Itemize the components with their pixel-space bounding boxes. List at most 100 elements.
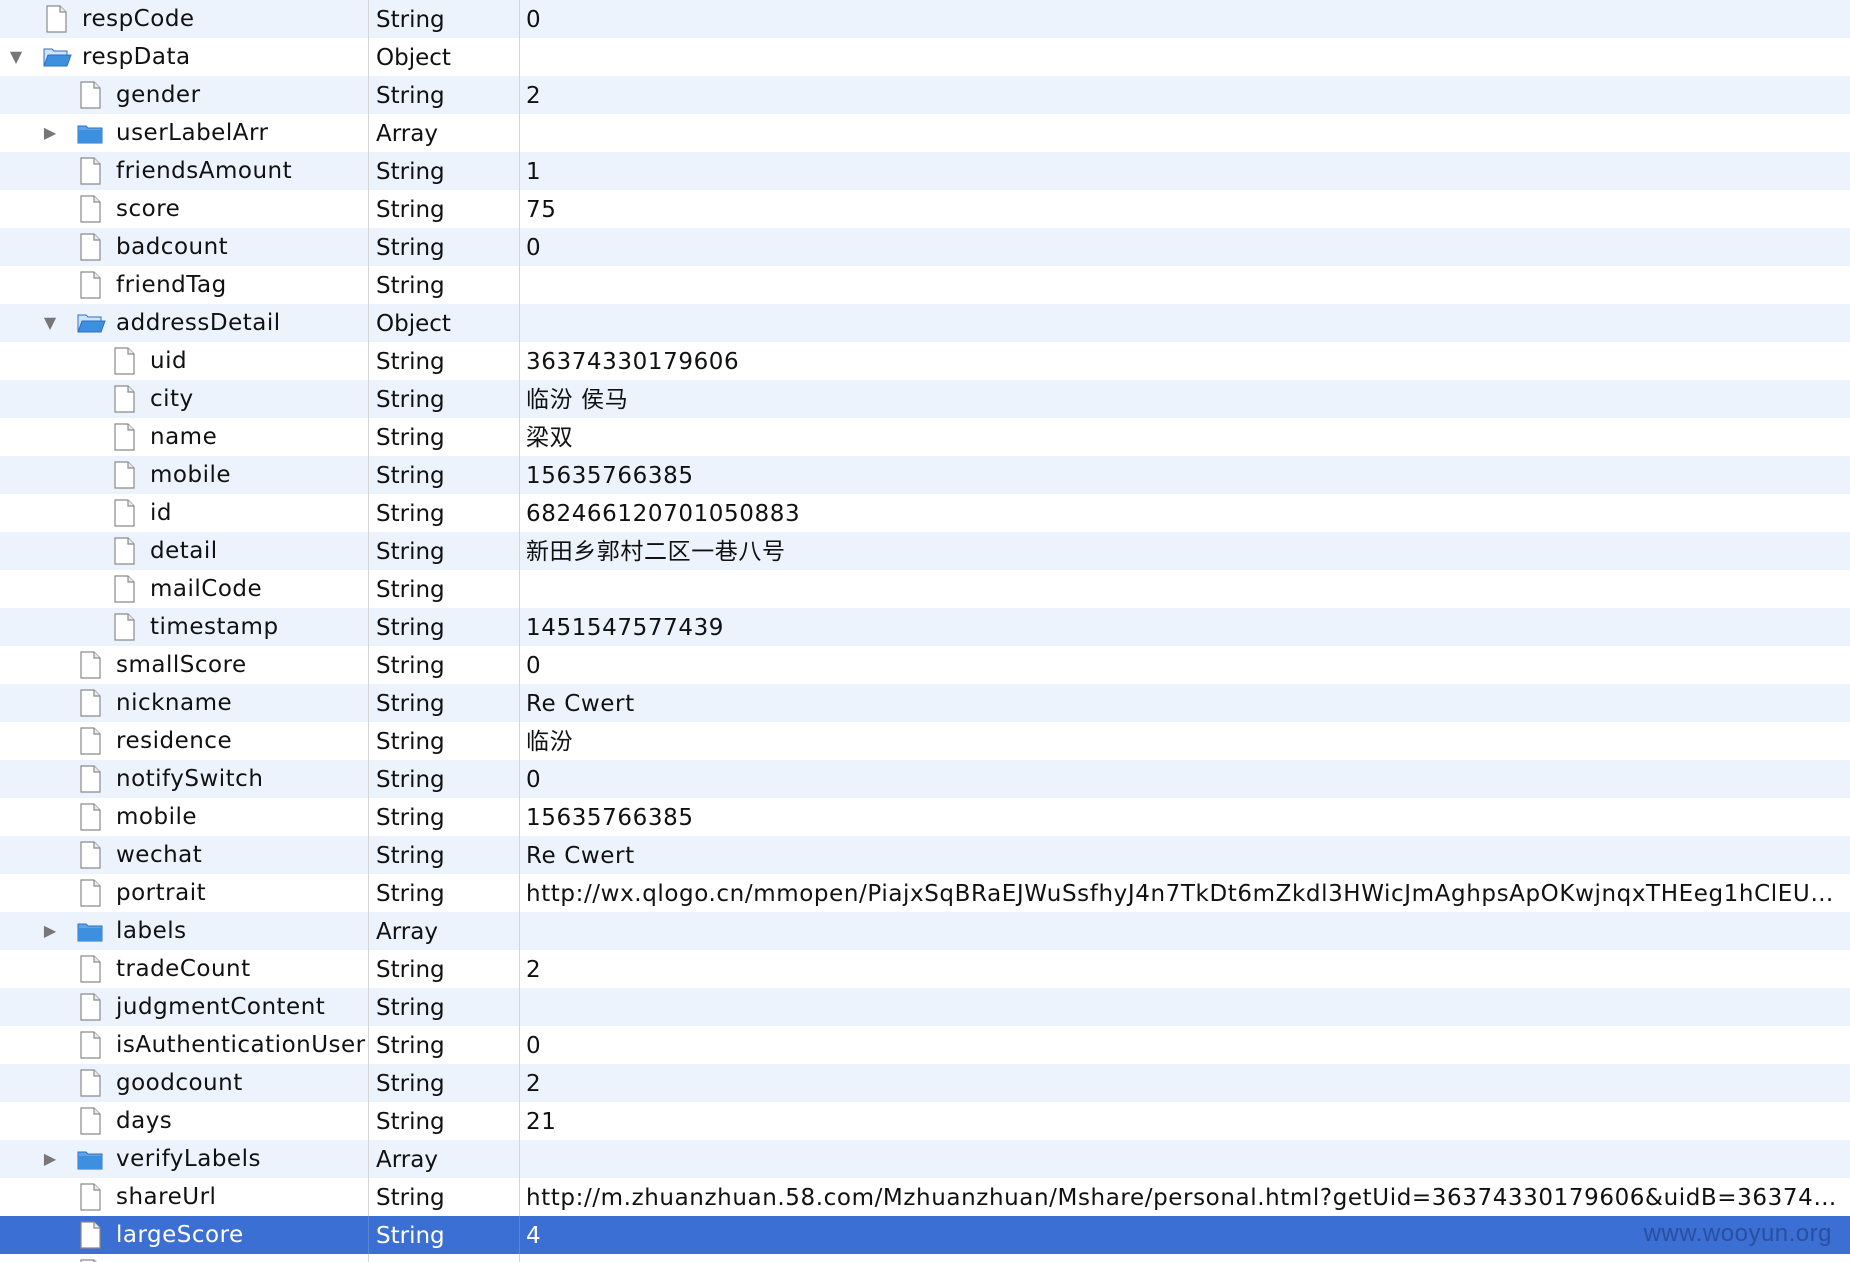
key-cell[interactable]: notifySwitch <box>0 760 369 798</box>
type-cell[interactable]: Array <box>370 1140 520 1178</box>
key-cell[interactable]: portrait <box>0 874 369 912</box>
key-cell[interactable]: labels <box>0 912 369 950</box>
value-cell[interactable]: 1 <box>521 152 1850 190</box>
tree-row[interactable]: addressDetail Object <box>0 304 1850 342</box>
key-cell[interactable]: mobile <box>0 798 369 836</box>
tree-row[interactable]: userLabelArr Array <box>0 114 1850 152</box>
tree-row[interactable]: nickname String Re Cwert <box>0 684 1850 722</box>
value-cell[interactable] <box>521 38 1850 76</box>
value-cell[interactable] <box>521 114 1850 152</box>
tree-row[interactable]: isAuthenticationUser String 0 <box>0 1026 1850 1064</box>
tree-row[interactable]: tradeCount String 2 <box>0 950 1850 988</box>
tree-row[interactable]: labels Array <box>0 912 1850 950</box>
key-cell[interactable]: addressDetail <box>0 304 369 342</box>
type-cell[interactable]: String <box>370 456 520 494</box>
value-cell[interactable] <box>521 266 1850 304</box>
tree-row[interactable]: city String 临汾 侯马 <box>0 380 1850 418</box>
key-cell[interactable]: judgmentContent <box>0 988 369 1026</box>
key-cell[interactable]: isAuthenticationUser <box>0 1026 369 1064</box>
tree-row[interactable]: largeScore String 4 <box>0 1216 1850 1254</box>
tree-row[interactable]: name String 梁双 <box>0 418 1850 456</box>
type-cell[interactable]: String <box>370 266 520 304</box>
type-cell[interactable]: String <box>370 1026 520 1064</box>
key-cell[interactable]: largeScore <box>0 1216 369 1254</box>
type-cell[interactable]: String <box>370 0 520 38</box>
tree-row[interactable]: wechat String Re Cwert <box>0 836 1850 874</box>
value-cell[interactable]: 682466120701050883 <box>521 494 1850 532</box>
type-cell[interactable]: String <box>370 1102 520 1140</box>
value-cell[interactable]: 0 <box>521 0 1850 38</box>
type-cell[interactable]: String <box>370 836 520 874</box>
value-cell[interactable] <box>521 1254 1850 1262</box>
key-cell[interactable]: badcount <box>0 228 369 266</box>
type-cell[interactable]: String <box>370 190 520 228</box>
key-cell[interactable]: friendTag <box>0 266 369 304</box>
key-cell[interactable]: friendsAmount <box>0 152 369 190</box>
type-cell[interactable]: String <box>370 228 520 266</box>
key-cell[interactable] <box>0 1254 369 1262</box>
type-cell[interactable]: String <box>370 76 520 114</box>
tree-row[interactable]: respData Object <box>0 38 1850 76</box>
type-cell[interactable]: String <box>370 684 520 722</box>
tree-row[interactable]: id String 682466120701050883 <box>0 494 1850 532</box>
key-cell[interactable]: days <box>0 1102 369 1140</box>
key-cell[interactable]: verifyLabels <box>0 1140 369 1178</box>
tree-row[interactable]: portrait String http://wx.qlogo.cn/mmopen/… <box>0 874 1850 912</box>
type-cell[interactable]: String <box>370 1178 520 1216</box>
value-cell[interactable]: 75 <box>521 190 1850 228</box>
value-cell[interactable]: 梁双 <box>521 418 1850 456</box>
key-cell[interactable]: name <box>0 418 369 456</box>
tree-row[interactable]: mailCode String <box>0 570 1850 608</box>
key-cell[interactable]: wechat <box>0 836 369 874</box>
type-cell[interactable]: String <box>370 570 520 608</box>
tree-row[interactable]: uid String 36374330179606 <box>0 342 1850 380</box>
key-cell[interactable]: mailCode <box>0 570 369 608</box>
value-cell[interactable] <box>521 1140 1850 1178</box>
value-cell[interactable]: 1451547577439 <box>521 608 1850 646</box>
key-cell[interactable]: id <box>0 494 369 532</box>
tree-row[interactable]: detail String 新田乡郭村二区一巷八号 <box>0 532 1850 570</box>
key-cell[interactable]: smallScore <box>0 646 369 684</box>
tree-row[interactable]: score String 75 <box>0 190 1850 228</box>
tree-row[interactable]: friendsAmount String 1 <box>0 152 1850 190</box>
key-cell[interactable]: nickname <box>0 684 369 722</box>
value-cell[interactable]: 2 <box>521 950 1850 988</box>
value-cell[interactable]: 2 <box>521 1064 1850 1102</box>
type-cell[interactable]: String <box>370 1216 520 1254</box>
type-cell[interactable]: String <box>370 874 520 912</box>
type-cell[interactable]: Array <box>370 912 520 950</box>
type-cell[interactable]: String <box>370 950 520 988</box>
key-cell[interactable]: timestamp <box>0 608 369 646</box>
tree-row[interactable]: mobile String 15635766385 <box>0 798 1850 836</box>
tree-row[interactable]: residence String 临汾 <box>0 722 1850 760</box>
type-cell[interactable]: String <box>370 646 520 684</box>
disclosure-triangle-open-icon[interactable] <box>6 47 26 67</box>
type-cell[interactable] <box>370 1254 520 1262</box>
type-cell[interactable]: String <box>370 494 520 532</box>
key-cell[interactable]: residence <box>0 722 369 760</box>
tree-row[interactable]: timestamp String 1451547577439 <box>0 608 1850 646</box>
key-cell[interactable]: detail <box>0 532 369 570</box>
key-cell[interactable]: gender <box>0 76 369 114</box>
value-cell[interactable]: 新田乡郭村二区一巷八号 <box>521 532 1850 570</box>
value-cell[interactable]: 0 <box>521 1026 1850 1064</box>
disclosure-triangle-closed-icon[interactable] <box>40 1149 60 1169</box>
type-cell[interactable]: String <box>370 988 520 1026</box>
value-cell[interactable]: 21 <box>521 1102 1850 1140</box>
tree-row[interactable]: mobile String 15635766385 <box>0 456 1850 494</box>
value-cell[interactable]: http://wx.qlogo.cn/mmopen/PiajxSqBRaEJWu… <box>521 874 1850 912</box>
tree-row[interactable]: notifySwitch String 0 <box>0 760 1850 798</box>
tree-row[interactable]: goodcount String 2 <box>0 1064 1850 1102</box>
type-cell[interactable]: Object <box>370 38 520 76</box>
type-cell[interactable]: String <box>370 532 520 570</box>
value-cell[interactable] <box>521 304 1850 342</box>
value-cell[interactable]: http://m.zhuanzhuan.58.com/Mzhuanzhuan/M… <box>521 1178 1850 1216</box>
tree-row[interactable]: gender String 2 <box>0 76 1850 114</box>
tree-row[interactable]: friendTag String <box>0 266 1850 304</box>
disclosure-triangle-closed-icon[interactable] <box>40 123 60 143</box>
value-cell[interactable]: 0 <box>521 228 1850 266</box>
value-cell[interactable]: 0 <box>521 760 1850 798</box>
type-cell[interactable]: String <box>370 342 520 380</box>
disclosure-triangle-closed-icon[interactable] <box>40 921 60 941</box>
tree-row[interactable]: badcount String 0 <box>0 228 1850 266</box>
